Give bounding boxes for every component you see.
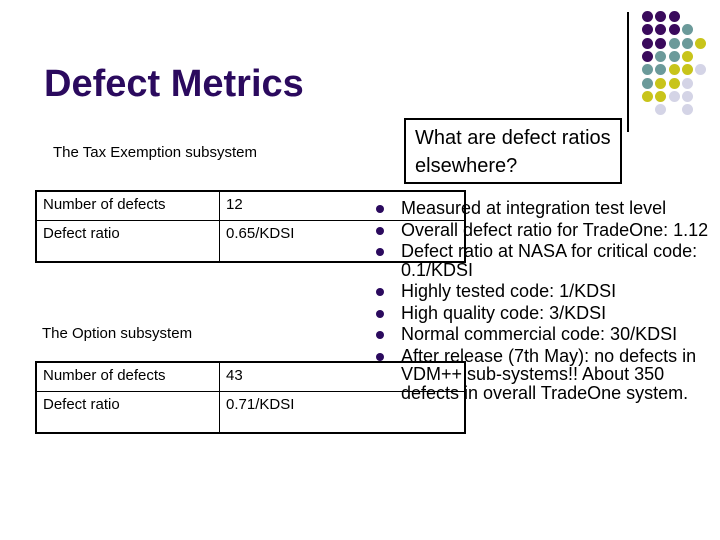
decorative-dot	[642, 77, 653, 89]
tax-exemption-heading: The Tax Exemption subsystem	[53, 144, 257, 161]
bullet-item: Defect ratio at NASA for critical code: …	[374, 242, 720, 279]
bullet-text: Overall defect ratio for TradeOne: 1.12	[401, 219, 709, 240]
bullet-icon	[376, 288, 384, 296]
bullet-item: Overall defect ratio for TradeOne: 1.12	[374, 219, 720, 240]
decorative-dot	[642, 11, 653, 22]
decorative-dot	[642, 64, 653, 76]
option-heading: The Option subsystem	[42, 325, 193, 342]
bullet-item: Highly tested code: 1/KDSI	[374, 282, 720, 301]
decorative-vertical-line	[627, 12, 629, 132]
decorative-dot	[668, 64, 680, 76]
decorative-dot	[695, 64, 707, 76]
bullet-icon	[376, 205, 384, 213]
bullet-text: Highly tested code: 1/KDSI	[401, 281, 617, 301]
decorative-dot	[655, 11, 667, 22]
decorative-dot	[668, 77, 680, 89]
decorative-dot	[681, 104, 693, 116]
bullet-item: Normal commercial code: 30/KDSI	[374, 325, 720, 344]
decorative-dot	[668, 50, 680, 62]
bullet-text: Measured at integration test level	[401, 198, 667, 218]
decorative-dot	[642, 90, 653, 102]
table-cell-label: Number of defects	[35, 190, 220, 221]
decorative-dot	[655, 24, 667, 36]
decorative-dot	[668, 90, 680, 102]
bullet-icon	[376, 248, 384, 256]
table-cell-label: Defect ratio	[35, 220, 220, 263]
decorative-dot	[681, 37, 693, 49]
bullet-text: High quality code: 3/KDSI	[401, 302, 607, 323]
bullet-item: Measured at integration test level	[374, 199, 720, 218]
callout-box: What are defect ratios elsewhere?	[404, 118, 622, 184]
bullet-icon	[376, 331, 384, 339]
decorative-dot	[655, 104, 667, 116]
decorative-dot	[655, 64, 667, 76]
decorative-dot	[681, 90, 693, 102]
table-cell-label: Number of defects	[35, 361, 220, 392]
bullet-item: High quality code: 3/KDSI	[374, 302, 720, 323]
bullet-icon	[376, 226, 384, 235]
decorative-dot	[655, 77, 667, 89]
bullet-text: Defect ratio at NASA for critical code: …	[401, 241, 698, 280]
decorative-dot	[668, 11, 680, 22]
decorative-dot	[655, 90, 667, 102]
decorative-dot	[695, 37, 707, 49]
bullet-text: After release (7th May): no defects in V…	[401, 345, 697, 403]
decorative-dot	[681, 64, 693, 76]
decorative-dot	[668, 24, 680, 36]
decorative-dot	[681, 24, 693, 36]
decorative-dot	[668, 37, 680, 49]
bullet-list: Measured at integration test level Overa…	[374, 199, 720, 405]
bullet-icon	[376, 352, 384, 361]
decorative-dot	[642, 50, 653, 62]
decorative-dot	[681, 77, 693, 89]
slide-title: Defect Metrics	[44, 63, 304, 105]
decorative-dot	[655, 37, 667, 49]
decorative-dot	[642, 24, 653, 36]
bullet-text: Normal commercial code: 30/KDSI	[401, 324, 678, 344]
decorative-dot	[642, 37, 653, 49]
bullet-icon	[376, 309, 384, 318]
bullet-item: After release (7th May): no defects in V…	[374, 345, 720, 403]
decorative-dot	[655, 50, 667, 62]
decorative-dot	[681, 50, 693, 62]
table-cell-label: Defect ratio	[35, 391, 220, 434]
